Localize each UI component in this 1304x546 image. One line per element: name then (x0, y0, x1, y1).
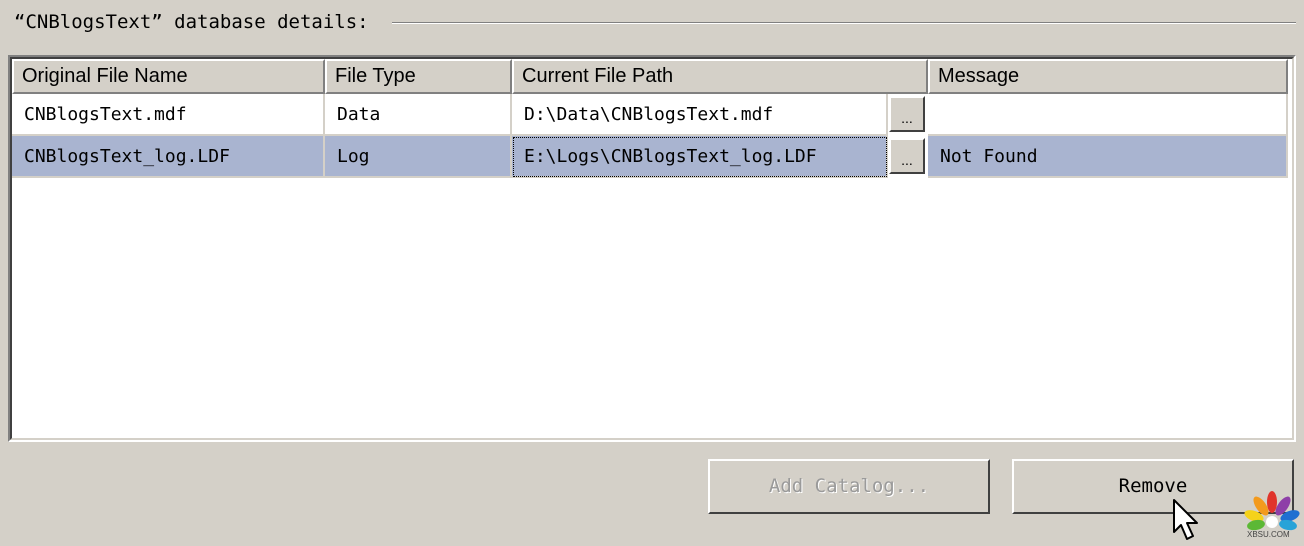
group-divider (392, 22, 1296, 24)
original-file-name-cell[interactable]: CNBlogsText_log.LDF (12, 136, 325, 178)
add-catalog-button[interactable]: Add Catalog... (708, 459, 990, 514)
current-file-path-cell[interactable]: D:\Data\CNBlogsText.mdf (512, 94, 888, 136)
browse-path-button[interactable]: ... (889, 138, 925, 174)
current-file-path-cell[interactable]: E:\Logs\CNBlogsText_log.LDF (512, 136, 888, 178)
browse-path-button[interactable]: ... (889, 96, 925, 132)
arrow-cursor-icon (1173, 499, 1198, 540)
group-title: “CNBlogsText” database details: (14, 9, 381, 35)
watermark-text: XBSU.COM (1247, 530, 1290, 539)
table-row[interactable]: CNBlogsText.mdf Data D:\Data\CNBlogsText… (12, 94, 1288, 136)
file-type-cell[interactable]: Log (325, 136, 512, 178)
file-type-cell[interactable]: Data (325, 94, 512, 136)
original-file-name-cell[interactable]: CNBlogsText.mdf (12, 94, 325, 136)
column-header-file-type[interactable]: File Type (325, 59, 512, 94)
column-header-message[interactable]: Message (928, 59, 1288, 94)
table-row[interactable]: CNBlogsText_log.LDF Log E:\Logs\CNBlogsT… (12, 136, 1288, 178)
message-cell[interactable]: Not Found (928, 136, 1288, 178)
column-header-original-file-name[interactable]: Original File Name (12, 59, 325, 94)
file-grid[interactable]: Original File Name File Type Current Fil… (8, 55, 1296, 442)
column-header-current-file-path[interactable]: Current File Path (512, 59, 928, 94)
message-cell[interactable] (928, 94, 1288, 136)
